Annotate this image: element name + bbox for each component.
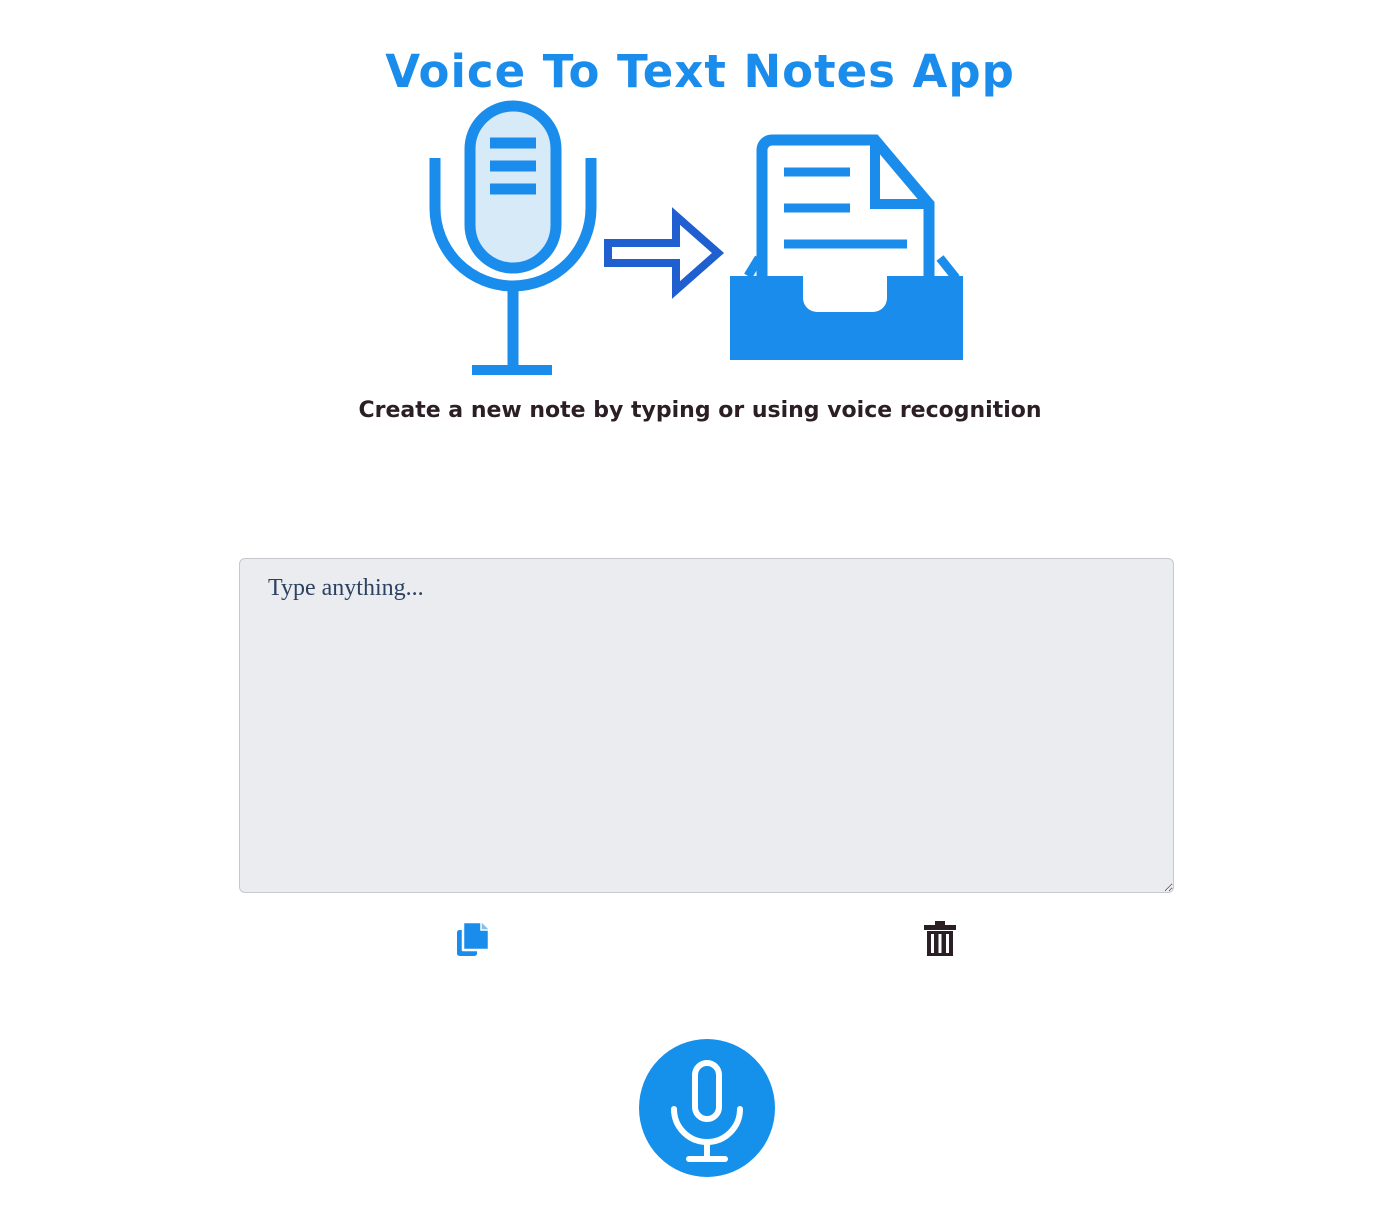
clear-button[interactable] <box>918 918 962 962</box>
hero-illustration <box>420 98 980 383</box>
arrow-right-icon <box>604 207 725 299</box>
page-subtitle: Create a new note by typing or using voi… <box>358 398 1042 423</box>
microphone-icon <box>671 1060 743 1162</box>
trash-icon <box>924 921 956 956</box>
record-voice-button[interactable] <box>639 1039 775 1177</box>
copy-icon <box>457 920 491 956</box>
copy-button[interactable] <box>451 918 495 962</box>
app-title: Voice To Text Notes App <box>385 45 1015 98</box>
document-tray-icon <box>730 134 963 360</box>
note-textarea[interactable] <box>239 558 1174 893</box>
microphone-icon <box>429 100 597 375</box>
